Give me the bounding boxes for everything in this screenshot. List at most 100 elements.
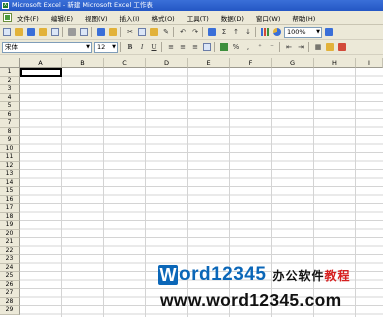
column-header[interactable]: C (104, 58, 146, 68)
row-header[interactable]: 27 (0, 289, 20, 298)
font-name-value: 宋体 (5, 42, 18, 51)
italic-button[interactable]: I (137, 42, 147, 52)
autosum-button[interactable]: Σ (219, 27, 229, 37)
decrease-decimal-icon[interactable]: ⁻ (267, 42, 277, 52)
row-header[interactable]: 2 (0, 76, 20, 85)
help-icon[interactable] (324, 27, 334, 37)
fill-color-icon[interactable] (325, 42, 335, 52)
research-icon[interactable] (108, 27, 118, 37)
column-header[interactable]: F (230, 58, 272, 68)
row-header[interactable]: 24 (0, 263, 20, 272)
column-header[interactable]: A (20, 58, 62, 68)
decrease-indent-icon[interactable]: ⇤ (284, 42, 294, 52)
bold-button[interactable]: B (125, 42, 135, 52)
row-header[interactable]: 26 (0, 280, 20, 289)
workbook-icon[interactable] (3, 13, 12, 22)
row-header[interactable]: 22 (0, 246, 20, 255)
menu-help[interactable]: 帮助(H) (291, 13, 316, 23)
watermark-logo-letter: W (158, 265, 178, 285)
menu-tools[interactable]: 工具(T) (186, 13, 210, 23)
row-header[interactable]: 11 (0, 153, 20, 162)
column-header[interactable]: H (314, 58, 356, 68)
menu-edit[interactable]: 编辑(E) (50, 13, 74, 23)
row-header[interactable]: 4 (0, 93, 20, 102)
window-title: Microsoft Excel - 新建 Microsoft Excel 工作表 (12, 1, 153, 9)
chart-wizard-icon[interactable] (260, 27, 270, 37)
watermark-brand: W ord12345 办公软件教程 (158, 264, 350, 286)
menu-insert[interactable]: 插入(I) (119, 13, 141, 23)
save-icon[interactable] (26, 27, 36, 37)
format-painter-icon[interactable]: ✎ (161, 27, 171, 37)
column-header[interactable]: G (272, 58, 314, 68)
row-header[interactable]: 21 (0, 238, 20, 247)
row-header[interactable]: 12 (0, 161, 20, 170)
redo-icon[interactable]: ↷ (190, 27, 200, 37)
row-header[interactable]: 20 (0, 229, 20, 238)
spelling-icon[interactable] (96, 27, 106, 37)
font-color-icon[interactable] (337, 42, 347, 52)
borders-icon[interactable]: ▦ (313, 42, 323, 52)
new-icon[interactable] (2, 27, 12, 37)
toolbar-separator (173, 27, 174, 37)
permission-icon[interactable] (38, 27, 48, 37)
column-header[interactable]: E (188, 58, 230, 68)
watermark-logo-text: ord12345 (179, 264, 267, 285)
increase-decimal-icon[interactable]: ⁺ (255, 42, 265, 52)
row-header[interactable]: 19 (0, 221, 20, 230)
row-header[interactable]: 29 (0, 306, 20, 315)
email-icon[interactable] (50, 27, 60, 37)
menu-format[interactable]: 格式(O) (151, 13, 176, 23)
menu-window[interactable]: 窗口(W) (255, 13, 282, 23)
row-header[interactable]: 1 (0, 68, 20, 77)
zoom-value: 100% (287, 27, 306, 36)
zoom-select[interactable]: 100% ▼ (284, 26, 322, 38)
row-header[interactable]: 13 (0, 170, 20, 179)
row-header[interactable]: 17 (0, 204, 20, 213)
row-header[interactable]: 16 (0, 195, 20, 204)
sort-ascending-icon[interactable]: ↑ (231, 27, 241, 37)
comma-button[interactable]: , (243, 42, 253, 52)
align-left-icon[interactable]: ≡ (166, 42, 176, 52)
open-icon[interactable] (14, 27, 24, 37)
row-header[interactable]: 15 (0, 187, 20, 196)
print-icon[interactable] (67, 27, 77, 37)
row-header[interactable]: 9 (0, 136, 20, 145)
column-header[interactable]: B (62, 58, 104, 68)
font-size-select[interactable]: 12 ▼ (94, 41, 118, 53)
cut-icon[interactable]: ✂ (125, 27, 135, 37)
undo-icon[interactable]: ↶ (178, 27, 188, 37)
hyperlink-icon[interactable] (207, 27, 217, 37)
column-header[interactable]: I (356, 58, 383, 68)
row-header[interactable]: 8 (0, 127, 20, 136)
currency-icon[interactable] (219, 42, 229, 52)
active-cell-a1[interactable] (20, 68, 62, 77)
underline-button[interactable]: U (149, 42, 159, 52)
row-header[interactable]: 28 (0, 297, 20, 306)
row-header[interactable]: 7 (0, 119, 20, 128)
percent-button[interactable]: % (231, 42, 241, 52)
paste-icon[interactable] (149, 27, 159, 37)
row-header[interactable]: 14 (0, 178, 20, 187)
merge-center-icon[interactable] (202, 42, 212, 52)
sort-descending-icon[interactable]: ↓ (243, 27, 253, 37)
menu-view[interactable]: 视图(V) (84, 13, 109, 23)
row-header[interactable]: 25 (0, 272, 20, 281)
copy-icon[interactable] (137, 27, 147, 37)
align-right-icon[interactable]: ≡ (190, 42, 200, 52)
row-header[interactable]: 3 (0, 85, 20, 94)
row-header[interactable]: 6 (0, 110, 20, 119)
column-header[interactable]: D (146, 58, 188, 68)
menu-data[interactable]: 数据(D) (220, 13, 245, 23)
drawing-icon[interactable] (272, 27, 282, 37)
row-header[interactable]: 5 (0, 102, 20, 111)
increase-indent-icon[interactable]: ⇥ (296, 42, 306, 52)
row-header[interactable]: 10 (0, 144, 20, 153)
font-name-select[interactable]: 宋体 ▼ (2, 41, 92, 53)
row-header[interactable]: 18 (0, 212, 20, 221)
menu-file[interactable]: 文件(F) (16, 13, 40, 23)
align-center-icon[interactable]: ≡ (178, 42, 188, 52)
chevron-down-icon: ▼ (112, 43, 116, 50)
print-preview-icon[interactable] (79, 27, 89, 37)
row-header[interactable]: 23 (0, 255, 20, 264)
select-all-corner[interactable] (0, 58, 20, 68)
